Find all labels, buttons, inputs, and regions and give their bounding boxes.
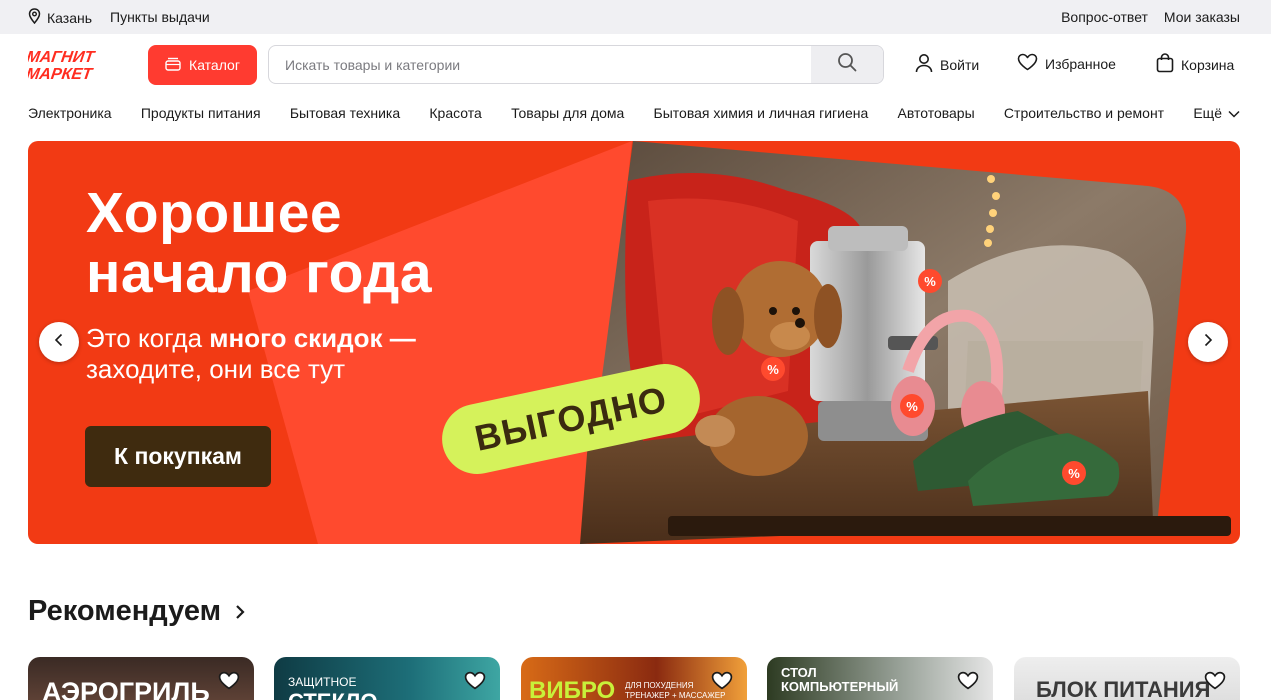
catalog-icon (165, 57, 181, 74)
product-card-label: АЭРОГРИЛЬ (42, 677, 210, 700)
banner-subtitle-bold: много скидок — (209, 323, 416, 353)
category-appliances[interactable]: Бытовая техника (290, 105, 400, 121)
banner-title: Хорошее начало года (86, 183, 432, 303)
search-button[interactable] (811, 46, 883, 83)
login-label: Войти (940, 56, 980, 73)
cart-label: Корзина (1181, 56, 1235, 73)
category-more-label: Ещё (1193, 105, 1222, 121)
svg-text:МАРКЕТ: МАРКЕТ (28, 65, 94, 83)
category-nav: Электроника Продукты питания Бытовая тех… (28, 105, 1240, 121)
discount-tag-symbol-2: % (767, 362, 779, 377)
banner-subtitle-part1: Это когда (86, 323, 210, 353)
heart-icon[interactable] (957, 671, 979, 695)
product-card-label-2: КОМПЬЮТЕРНЫЙ (781, 679, 899, 694)
banner-subtitle-line2: заходите, они все тут (86, 354, 346, 384)
top-utility-bar: Казань Пункты выдачи Вопрос-ответ Мои за… (0, 0, 1271, 34)
catalog-button[interactable]: Каталог (148, 45, 257, 85)
category-auto[interactable]: Автотовары (898, 105, 975, 121)
heart-icon[interactable] (218, 671, 240, 695)
discount-tag-symbol-4: % (1068, 466, 1080, 481)
city-label: Казань (47, 9, 93, 26)
svg-text:МАГНИТ: МАГНИТ (28, 48, 97, 66)
discount-tag-symbol-3: % (906, 399, 918, 414)
category-more-dropdown[interactable]: Ещё (1193, 105, 1240, 121)
category-construction[interactable]: Строительство и ремонт (1004, 105, 1164, 121)
product-card-label: СТОЛ (781, 665, 817, 680)
category-household-chemicals[interactable]: Бытовая химия и личная гигиена (654, 105, 869, 121)
login-button[interactable]: Войти (915, 53, 979, 76)
favorites-label: Избранное (1045, 55, 1116, 72)
product-card-air-fryer[interactable]: АЭРОГРИЛЬ (28, 657, 254, 700)
banner-subtitle: Это когда много скидок — заходите, они в… (86, 323, 416, 385)
chevron-right-icon (235, 595, 245, 628)
category-electronics[interactable]: Электроника (28, 105, 112, 121)
promo-banner[interactable]: % % % % Хорошее начало года Это когда мн… (28, 141, 1240, 544)
category-home[interactable]: Товары для дома (511, 105, 624, 121)
location-pin-icon (28, 8, 41, 27)
city-selector[interactable]: Казань (28, 8, 92, 27)
product-card-label: ЗАЩИТНОЕ (288, 675, 357, 689)
category-food[interactable]: Продукты питания (141, 105, 261, 121)
cart-button[interactable]: Корзина (1156, 53, 1234, 76)
product-card-power-supply[interactable]: БЛОК ПИТАНИЯ (1014, 657, 1240, 700)
recommend-title-text: Рекомендуем (28, 595, 222, 627)
carousel-next-button[interactable] (1188, 322, 1228, 362)
magnit-market-logo[interactable]: МАГНИТ МАРКЕТ (25, 47, 128, 83)
discount-tag-symbol-1: % (924, 274, 936, 289)
banner-title-line1: Хорошее (86, 181, 343, 245)
banner-progress-bar (668, 516, 1231, 536)
product-card-label: БЛОК ПИТАНИЯ (1036, 677, 1211, 700)
shop-now-button[interactable]: К покупкам (85, 426, 271, 487)
favorites-button[interactable]: Избранное (1017, 53, 1116, 74)
my-orders-link[interactable]: Мои заказы (1164, 9, 1240, 25)
category-beauty[interactable]: Красота (429, 105, 481, 121)
chevron-right-icon (1203, 333, 1213, 352)
search-bar (268, 45, 884, 84)
search-icon (837, 52, 857, 77)
product-card-label-2: СТЕКЛО (288, 689, 377, 700)
heart-icon (1017, 53, 1038, 74)
product-card-vibro-trainer[interactable]: ВИБРО ДЛЯ ПОХУДЕНИЯ ТРЕНАЖЕР + МАССАЖЕР (521, 657, 747, 700)
product-card-label-2: ДЛЯ ПОХУДЕНИЯ (625, 681, 694, 690)
heart-icon[interactable] (1204, 671, 1226, 695)
product-card-label: ВИБРО (529, 677, 616, 700)
faq-link[interactable]: Вопрос-ответ (1061, 9, 1148, 25)
carousel-prev-button[interactable] (39, 322, 79, 362)
chevron-left-icon (54, 333, 64, 352)
shopping-bag-icon (1156, 53, 1174, 76)
product-card-screen-glass[interactable]: ЗАЩИТНОЕ СТЕКЛО (274, 657, 500, 700)
banner-title-line2: начало года (86, 241, 433, 305)
search-input[interactable] (269, 46, 813, 83)
recommend-section-title[interactable]: Рекомендуем (28, 595, 245, 628)
catalog-label: Каталог (189, 57, 240, 73)
heart-icon[interactable] (711, 671, 733, 695)
product-card-computer-desk[interactable]: СТОЛ КОМПЬЮТЕРНЫЙ (767, 657, 993, 700)
heart-icon[interactable] (464, 671, 486, 695)
user-icon (915, 53, 933, 76)
chevron-down-icon (1228, 105, 1240, 121)
pickup-points-link[interactable]: Пункты выдачи (110, 9, 210, 25)
